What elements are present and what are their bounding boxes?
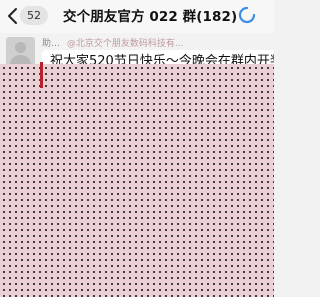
sender-group-tag: @北京交个朋友数码科技有... [66,39,184,49]
chat-header: 52 交个朋友官方 022 群(182) [0,0,274,33]
sender-name: 助… @北京交个朋友数码科技有... [42,36,183,49]
red-marker [40,62,43,88]
sender-separator [62,39,65,49]
sender-nickname: 助… [42,39,61,49]
mosaic-overlay [0,64,274,297]
loading-icon [238,6,256,24]
sender-avatar[interactable] [6,37,35,66]
chat-title: 交个朋友官方 022 群(182) [63,9,238,25]
unread-count-badge[interactable]: 52 [20,6,48,25]
